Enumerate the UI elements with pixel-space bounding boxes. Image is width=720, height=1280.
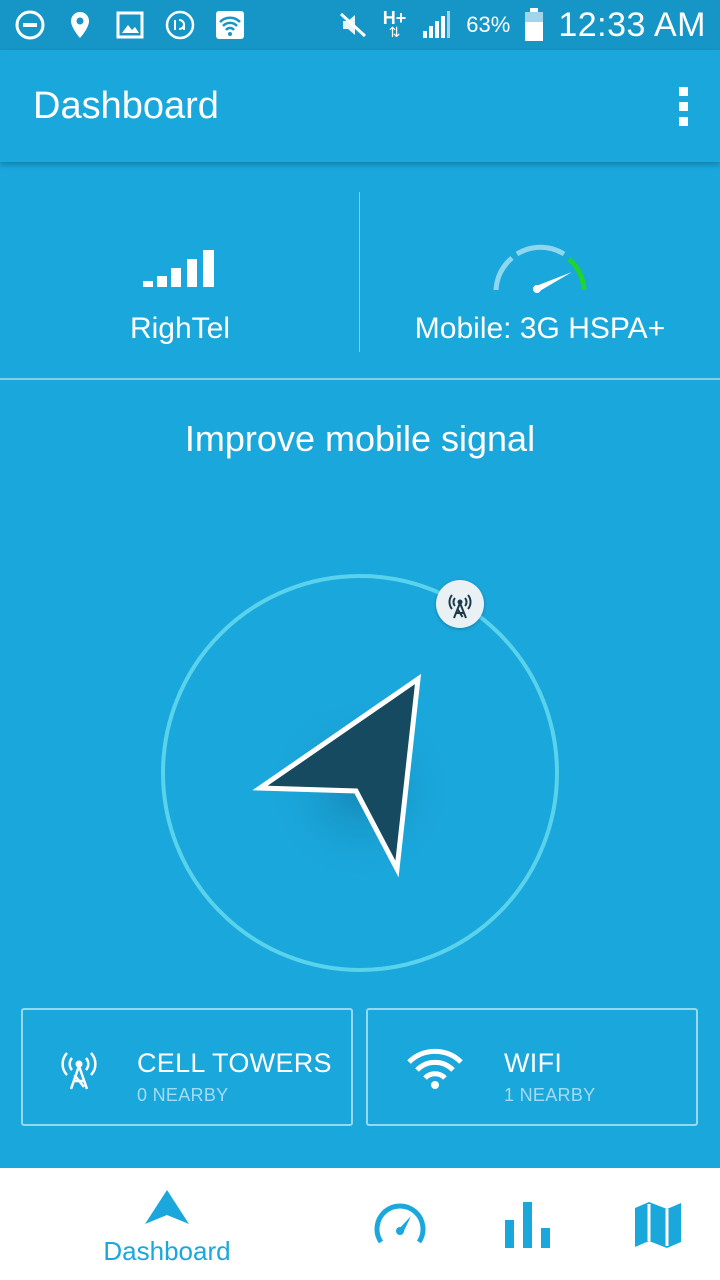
app-badge-icon [165,10,195,40]
connection-panel[interactable]: Mobile: 3G HSPA+ [360,162,720,378]
cell-towers-title: CELL TOWERS [137,1048,332,1078]
signal-bars-icon [143,250,214,287]
cell-tower-icon [448,594,472,619]
battery-icon [525,8,544,41]
mute-icon [339,12,366,38]
status-time: 12:33 AM [558,5,706,44]
overflow-dot-icon [678,116,688,126]
tower-direction-badge [436,580,484,628]
do-not-disturb-icon [15,10,45,40]
bottom-navigation: Dashboard [0,1168,720,1280]
app-bar: Dashboard [0,50,720,162]
status-bar: H+ ⇅ 63% 12:33 AM [0,0,720,50]
wifi-card[interactable]: WIFI 1 NEARBY [366,1008,698,1126]
navigation-arrow-icon [145,1190,189,1224]
status-right-icons: H+ ⇅ 63% 12:33 AM [337,6,706,45]
nav-statistics[interactable] [500,1168,556,1280]
gallery-icon [116,11,144,39]
nav-speed-test[interactable] [372,1168,428,1280]
carrier-name: RighTel [129,312,231,345]
improve-signal-heading: Improve mobile signal [184,418,536,459]
nav-dashboard-label: Dashboard [103,1236,231,1266]
connection-type: Mobile: 3G HSPA+ [414,312,666,345]
overflow-menu-button[interactable] [668,81,698,131]
speedometer-gauge-icon [493,244,587,293]
carrier-panel[interactable]: RighTel [0,162,360,378]
bar-chart-icon [505,1202,550,1248]
cell-towers-count: 0 NEARBY [137,1085,229,1105]
battery-percent: 63% [466,12,511,37]
signal-strength-icon [423,11,451,38]
status-left-icons [14,9,246,41]
cell-tower-icon [61,1052,97,1090]
network-type-indicator: H+ ⇅ [382,8,407,40]
wifi-count: 1 NEARBY [504,1085,596,1105]
nav-dashboard[interactable]: Dashboard [84,1168,250,1280]
map-icon [635,1202,681,1248]
speedometer-icon [374,1203,426,1244]
wifi-status-icon [216,11,244,39]
wifi-icon [407,1048,463,1089]
overflow-dot-icon [678,101,688,111]
data-arrows-icon: ⇅ [388,24,401,40]
signal-compass [161,574,559,972]
location-icon [71,12,89,38]
overflow-dot-icon [678,86,688,96]
wifi-title: WIFI [504,1048,563,1078]
nav-map[interactable] [630,1168,686,1280]
cell-towers-card[interactable]: CELL TOWERS 0 NEARBY [21,1008,353,1126]
page-title: Dashboard [33,84,219,127]
network-info-row: RighTel Mobile: 3G HSPA+ [0,162,720,380]
network-type-text: H+ [382,8,407,28]
